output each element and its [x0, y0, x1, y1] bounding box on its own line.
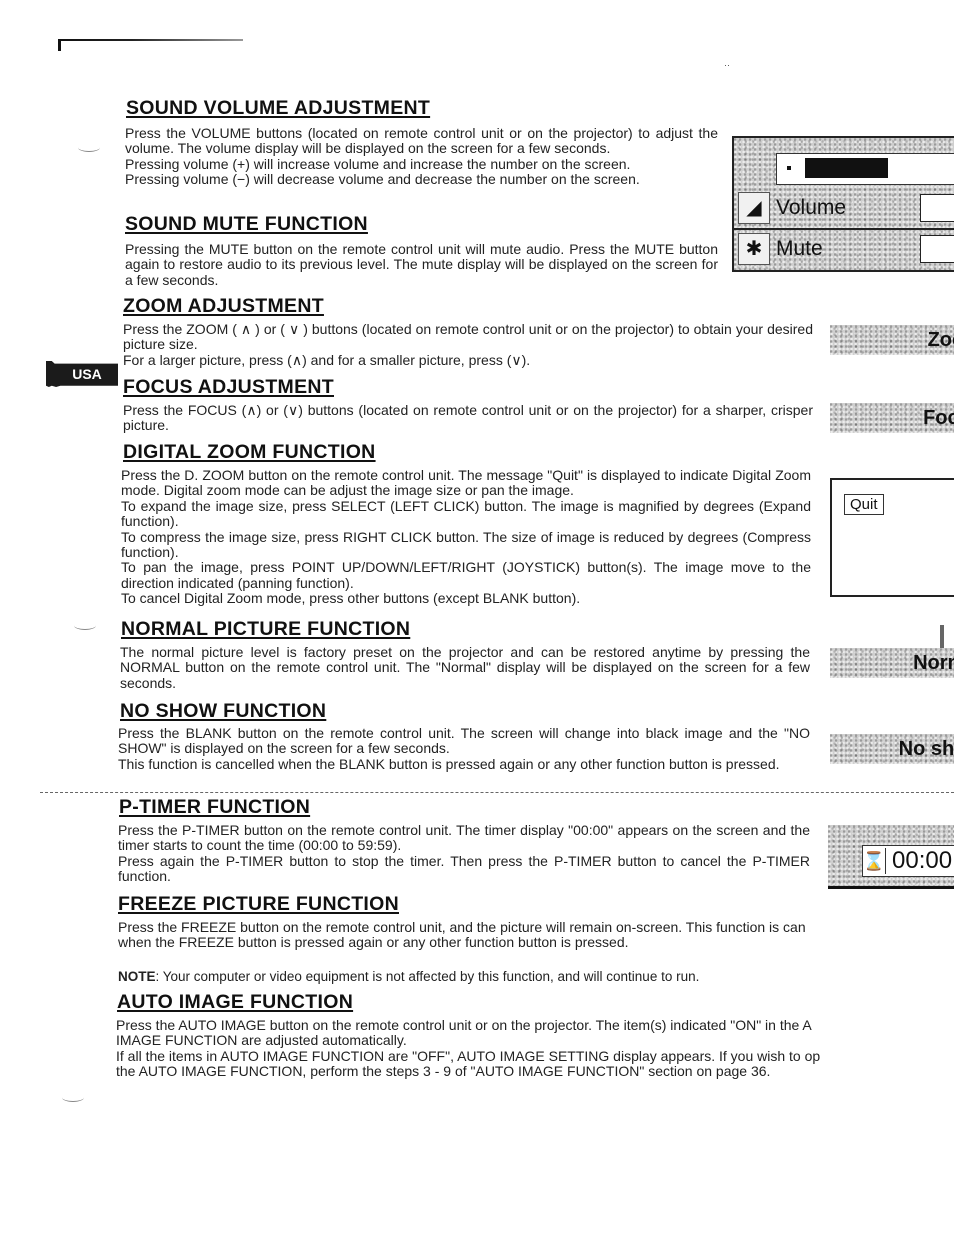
margin-mark — [78, 143, 100, 152]
cut-line-divider — [40, 792, 954, 793]
section-body: Press the P-TIMER button on the remote c… — [118, 822, 810, 885]
osd-focus-label: Focus — [830, 403, 954, 433]
osd-digital-zoom-screen: Quit — [830, 478, 954, 597]
scan-speck: ·· — [724, 60, 730, 70]
quit-button[interactable]: Quit — [844, 494, 884, 515]
section-body: Press the BLANK button on the remote con… — [118, 725, 810, 772]
region-tab-usa: USA — [46, 361, 118, 387]
osd-volume-panel: ◢ Volume ✱ Mute — [732, 136, 954, 272]
margin-mark — [62, 1093, 84, 1102]
margin-mark — [74, 621, 96, 630]
section-heading: FREEZE PICTURE FUNCTION — [118, 893, 399, 915]
section-heading: P-TIMER FUNCTION — [119, 796, 311, 818]
hourglass-icon: ⌛ — [863, 848, 886, 874]
page-corner-mark — [58, 39, 243, 51]
note-text: NOTE: Your computer or video equipment i… — [118, 969, 700, 984]
mute-icon: ✱ — [738, 233, 770, 265]
section-body: Press the VOLUME buttons (located on rem… — [125, 125, 718, 188]
osd-row-volume: ◢ Volume — [734, 190, 954, 226]
section-heading: SOUND MUTE FUNCTION — [125, 213, 368, 235]
section-heading: DIGITAL ZOOM FUNCTION — [123, 441, 376, 463]
section-body: Press the D. ZOOM button on the remote c… — [121, 467, 811, 607]
osd-normal-label: Normal — [830, 648, 954, 678]
section-heading: NO SHOW FUNCTION — [120, 700, 327, 722]
section-body: Press the ZOOM ( ∧ ) or ( ∨ ) buttons (l… — [123, 321, 813, 368]
section-body: Press the AUTO IMAGE button on the remot… — [116, 1018, 821, 1080]
section-heading: NORMAL PICTURE FUNCTION — [121, 618, 411, 640]
section-heading: FOCUS ADJUSTMENT — [123, 376, 334, 398]
mute-value-box — [920, 235, 954, 263]
speaker-icon: ◢ — [738, 192, 770, 224]
osd-timer-display: ⌛ 00:00 — [828, 825, 954, 889]
section-body: Pressing the MUTE button on the remote c… — [125, 241, 718, 288]
volume-level-bar — [776, 153, 954, 185]
section-heading: AUTO IMAGE FUNCTION — [117, 991, 354, 1013]
osd-zoom-label: Zoom — [830, 325, 954, 355]
section-body: The normal picture level is factory pres… — [120, 644, 810, 691]
section-heading: ZOOM ADJUSTMENT — [123, 295, 324, 317]
section-body: Press the FREEZE button on the remote co… — [118, 920, 806, 951]
section-body: Press the FOCUS (∧) or (∨) buttons (loca… — [123, 402, 813, 434]
volume-level-fill — [805, 158, 888, 178]
section-heading: SOUND VOLUME ADJUSTMENT — [126, 97, 431, 119]
volume-value-box — [920, 194, 954, 222]
osd-noshow-label: No show — [830, 734, 954, 764]
osd-row-mute: ✱ Mute — [734, 231, 954, 267]
